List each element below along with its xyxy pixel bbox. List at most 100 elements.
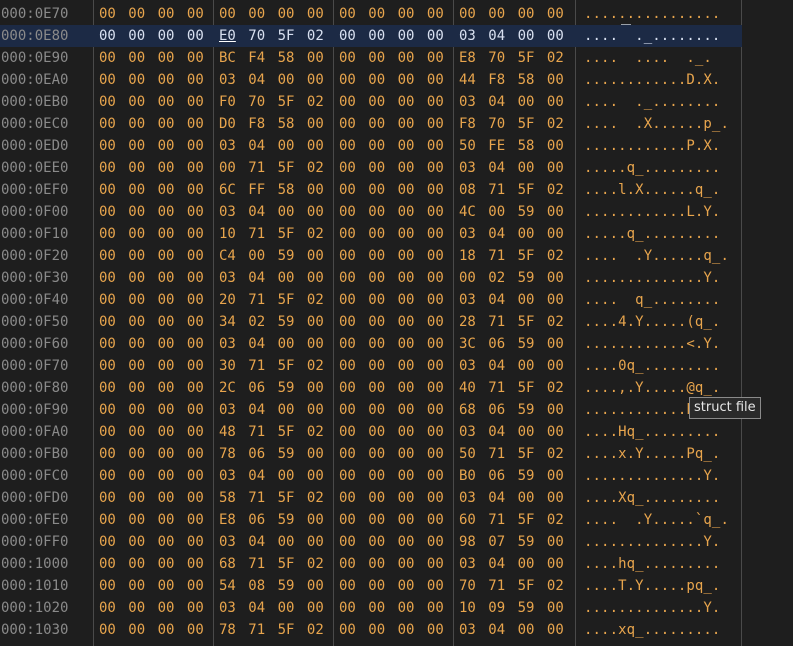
- hex-byte[interactable]: 00: [128, 335, 145, 353]
- hex-byte[interactable]: 00: [368, 203, 385, 221]
- hex-byte[interactable]: 00: [128, 5, 145, 23]
- hex-byte[interactable]: 00: [488, 203, 505, 221]
- hex-byte[interactable]: E8: [219, 511, 236, 529]
- hex-byte[interactable]: 03: [459, 291, 476, 309]
- hex-byte[interactable]: 00: [547, 599, 564, 617]
- hex-byte[interactable]: 00: [427, 401, 444, 419]
- hex-byte[interactable]: 18: [459, 247, 476, 265]
- hex-byte[interactable]: 00: [99, 71, 116, 89]
- hex-byte[interactable]: 00: [99, 379, 116, 397]
- hex-row[interactable]: 000:0F30 00 00 00 00 03 04 00 00 00 00 00 00 00 02 59 00…: [0, 267, 742, 289]
- hex-byte[interactable]: 59: [518, 599, 535, 617]
- hex-byte[interactable]: 00: [427, 335, 444, 353]
- ascii-text[interactable]: ....hq_.........: [584, 555, 720, 573]
- hex-byte[interactable]: 00: [518, 225, 535, 243]
- hex-byte[interactable]: 02: [307, 357, 324, 375]
- hex-byte[interactable]: 00: [368, 423, 385, 441]
- ascii-text[interactable]: ....4.Y.....(q_.: [584, 313, 720, 331]
- hex-byte[interactable]: 00: [128, 577, 145, 595]
- hex-byte[interactable]: 02: [307, 225, 324, 243]
- hex-byte[interactable]: 00: [547, 5, 564, 23]
- hex-byte[interactable]: 00: [187, 379, 204, 397]
- hex-byte[interactable]: F0: [219, 93, 236, 111]
- hex-byte[interactable]: 00: [99, 313, 116, 331]
- hex-byte[interactable]: 03: [459, 159, 476, 177]
- hex-byte[interactable]: 00: [128, 181, 145, 199]
- hex-byte[interactable]: 5F: [518, 49, 535, 67]
- ascii-text[interactable]: ..............Y.: [584, 599, 720, 617]
- hex-byte[interactable]: 00: [398, 181, 415, 199]
- hex-byte[interactable]: 00: [158, 489, 175, 507]
- ascii-text[interactable]: ....Xq_.........: [584, 489, 720, 507]
- hex-byte[interactable]: 70: [488, 115, 505, 133]
- hex-byte[interactable]: 02: [488, 269, 505, 287]
- hex-byte[interactable]: 03: [459, 357, 476, 375]
- hex-byte[interactable]: 00: [547, 555, 564, 573]
- hex-row[interactable]: 000:0FA0 00 00 00 00 48 71 5F 02 00 00 00 00 03 04 00 00…: [0, 421, 742, 443]
- hex-byte[interactable]: 00: [278, 467, 295, 485]
- hex-byte[interactable]: 00: [187, 269, 204, 287]
- hex-byte[interactable]: 00: [427, 489, 444, 507]
- hex-byte[interactable]: 02: [547, 313, 564, 331]
- hex-byte[interactable]: 00: [398, 137, 415, 155]
- ascii-text[interactable]: .... .Y......q_.: [584, 247, 729, 265]
- hex-byte[interactable]: 00: [398, 93, 415, 111]
- hex-byte[interactable]: 00: [427, 467, 444, 485]
- hex-byte[interactable]: 71: [488, 247, 505, 265]
- hex-byte[interactable]: FE: [488, 137, 505, 155]
- hex-byte[interactable]: 00: [339, 181, 356, 199]
- ascii-text[interactable]: ............<.Y.: [584, 335, 720, 353]
- hex-byte[interactable]: 00: [368, 115, 385, 133]
- hex-byte[interactable]: 00: [398, 401, 415, 419]
- hex-byte[interactable]: 00: [128, 357, 145, 375]
- hex-byte[interactable]: 00: [307, 247, 324, 265]
- hex-row[interactable]: 000:0F00 00 00 00 00 03 04 00 00 00 00 00 00 4C 00 59 00…: [0, 201, 742, 223]
- hex-byte[interactable]: 00: [459, 269, 476, 287]
- hex-byte[interactable]: 00: [99, 27, 116, 45]
- hex-byte[interactable]: 00: [128, 533, 145, 551]
- hex-byte[interactable]: 71: [248, 225, 265, 243]
- hex-byte[interactable]: 00: [398, 159, 415, 177]
- hex-byte[interactable]: 00: [187, 203, 204, 221]
- hex-row[interactable]: 000:0FD0 00 00 00 00 58 71 5F 02 00 00 00 00 03 04 00 00…: [0, 487, 742, 509]
- hex-byte[interactable]: 71: [248, 555, 265, 573]
- hex-byte[interactable]: 00: [158, 357, 175, 375]
- hex-byte[interactable]: 03: [219, 203, 236, 221]
- hex-byte[interactable]: 00: [339, 401, 356, 419]
- hex-byte[interactable]: 00: [398, 533, 415, 551]
- hex-row[interactable]: 000:0EF0 00 00 00 00 6C FF 58 00 00 00 00 00 08 71 5F 02…: [0, 179, 742, 201]
- hex-byte[interactable]: 00: [128, 247, 145, 265]
- ascii-text[interactable]: ....x.Y.....Pq_.: [584, 445, 720, 463]
- hex-row[interactable]: 000:0EE0 00 00 00 00 00 71 5F 02 00 00 00 00 03 04 00 00…: [0, 157, 742, 179]
- ascii-text[interactable]: .....q_.........: [584, 225, 720, 243]
- ascii-text[interactable]: .... .Y.....`q_.: [584, 511, 729, 529]
- hex-byte[interactable]: 00: [158, 313, 175, 331]
- hex-byte[interactable]: 00: [547, 357, 564, 375]
- hex-byte[interactable]: 71: [248, 159, 265, 177]
- hex-byte[interactable]: 50: [459, 137, 476, 155]
- hex-row[interactable]: 000:1000 00 00 00 00 68 71 5F 02 00 00 00 00 03 04 00 00…: [0, 553, 742, 575]
- hex-byte[interactable]: 00: [187, 577, 204, 595]
- hex-byte[interactable]: 5F: [278, 225, 295, 243]
- hex-row[interactable]: 000:0ED0 00 00 00 00 03 04 00 00 00 00 00 00 50 FE 58 00…: [0, 135, 742, 157]
- hex-byte[interactable]: 03: [219, 71, 236, 89]
- hex-row[interactable]: 000:0FF0 00 00 00 00 03 04 00 00 00 00 00 00 98 07 59 00…: [0, 531, 742, 553]
- hex-byte[interactable]: 00: [547, 489, 564, 507]
- hex-byte[interactable]: 28: [459, 313, 476, 331]
- hex-byte[interactable]: 00: [187, 291, 204, 309]
- hex-byte[interactable]: 00: [158, 115, 175, 133]
- hex-byte[interactable]: 00: [128, 621, 145, 639]
- ascii-text[interactable]: .....q_.........: [584, 159, 720, 177]
- hex-byte[interactable]: 00: [398, 71, 415, 89]
- hex-byte[interactable]: 00: [187, 5, 204, 23]
- hex-byte[interactable]: 00: [158, 203, 175, 221]
- hex-byte[interactable]: 00: [187, 159, 204, 177]
- hex-byte[interactable]: 00: [398, 379, 415, 397]
- hex-byte[interactable]: 00: [128, 379, 145, 397]
- hex-byte[interactable]: 02: [248, 313, 265, 331]
- hex-byte[interactable]: 00: [427, 577, 444, 595]
- hex-byte[interactable]: 59: [518, 335, 535, 353]
- hex-byte[interactable]: 5F: [278, 291, 295, 309]
- hex-byte[interactable]: 00: [427, 247, 444, 265]
- hex-byte[interactable]: 00: [339, 225, 356, 243]
